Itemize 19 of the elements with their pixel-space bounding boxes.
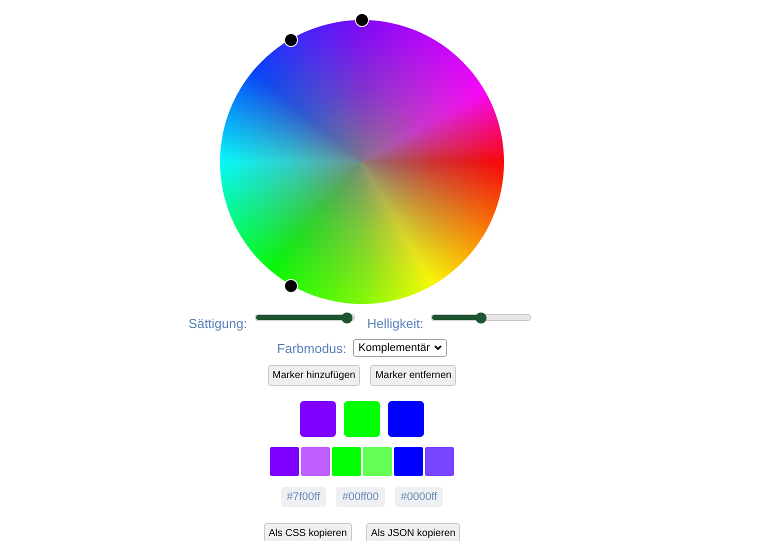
slider-label: Helligkeit:: [367, 316, 424, 331]
slider-label: Sättigung:: [188, 316, 248, 331]
marker-handle[interactable]: [284, 33, 298, 47]
chevron-icon: [434, 345, 442, 351]
mode-label: Farbmodus:: [277, 340, 346, 356]
marker-button[interactable]: Marker hinzufügen: [268, 365, 360, 386]
hex-code: #0000ff: [394, 487, 444, 507]
export-button[interactable]: Als JSON kopieren: [366, 523, 460, 541]
slider-thumb[interactable]: [342, 312, 353, 323]
export-button[interactable]: Als CSS kopieren: [264, 523, 352, 541]
marker-handle[interactable]: [355, 13, 369, 27]
marker-button[interactable]: Marker entfernen: [370, 365, 456, 386]
slider[interactable]: [431, 314, 532, 321]
slider[interactable]: [255, 314, 356, 321]
hex-code: #00ff00: [336, 487, 385, 507]
slider-thumb[interactable]: [476, 312, 487, 323]
mode-select[interactable]: Komplementär: [353, 339, 447, 357]
marker-handle[interactable]: [284, 279, 298, 293]
hex-code: #7f00ff: [280, 487, 326, 507]
